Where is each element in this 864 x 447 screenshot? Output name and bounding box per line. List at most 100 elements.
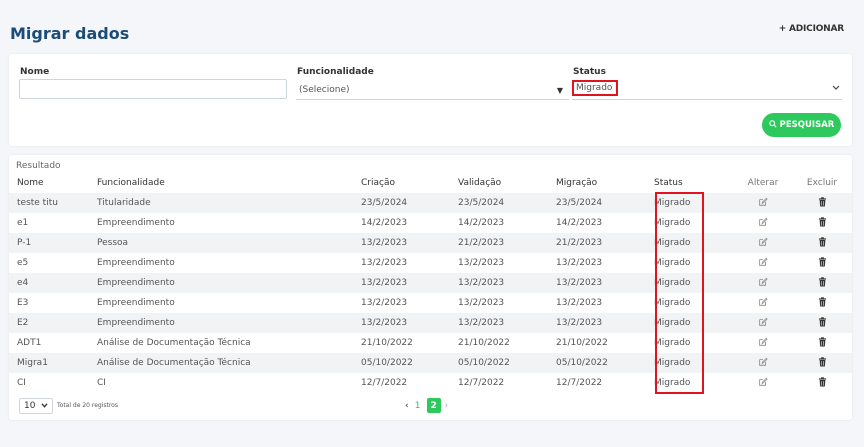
header-validacao[interactable]: Validação (458, 173, 556, 193)
cell-validacao: 05/10/2022 (458, 353, 556, 373)
delete-button[interactable] (792, 233, 852, 253)
cell-nome: E3 (17, 298, 29, 308)
cell-nome: Migra1 (9, 353, 97, 373)
cell-status: Migrado (654, 218, 691, 228)
edit-button[interactable] (734, 193, 792, 213)
prev-page-button[interactable]: ‹ (405, 401, 409, 411)
cell-validacao: 13/2/2023 (458, 313, 556, 333)
cell-status: Migrado (654, 378, 691, 388)
edit-icon[interactable] (758, 237, 768, 250)
search-button[interactable]: PESQUISAR (762, 113, 841, 137)
trash-icon[interactable] (818, 376, 827, 390)
cell-validacao: 13/2/2023 (458, 298, 505, 308)
cell-validacao: 21/10/2022 (458, 338, 510, 348)
nome-input[interactable] (19, 79, 287, 99)
delete-button[interactable] (792, 273, 852, 293)
cell-criacao: 23/5/2024 (361, 193, 458, 213)
trash-icon[interactable] (818, 296, 827, 310)
cell-status: Migrado (654, 313, 734, 333)
cell-criacao: 13/2/2023 (361, 258, 408, 268)
cell-validacao: 12/7/2022 (458, 378, 505, 388)
cell-criacao: 13/2/2023 (361, 313, 458, 333)
edit-button[interactable] (734, 353, 792, 373)
edit-icon[interactable] (758, 197, 768, 210)
status-value: Migrado (572, 80, 618, 96)
delete-button[interactable] (792, 213, 852, 233)
edit-button[interactable] (734, 213, 792, 233)
cell-funcionalidade: Análise de Documentação Técnica (97, 338, 251, 348)
cell-status: Migrado (654, 298, 691, 308)
page-title: Migrar dados (10, 24, 130, 43)
header-criacao[interactable]: Criação (361, 173, 458, 193)
delete-button[interactable] (792, 333, 852, 353)
edit-button[interactable] (734, 333, 792, 353)
filter-panel: Nome Funcionalidade (Selecione) ▼ Status… (9, 54, 852, 146)
page-1-button[interactable]: 1 (413, 401, 423, 411)
edit-button[interactable] (734, 233, 792, 253)
header-migracao[interactable]: Migração (556, 173, 654, 193)
trash-icon[interactable] (818, 336, 827, 350)
trash-icon[interactable] (818, 316, 827, 330)
trash-icon[interactable] (818, 216, 827, 230)
pagination: ‹ 1 2 › (405, 398, 448, 413)
cell-status: Migrado (654, 353, 734, 373)
cell-validacao: 13/2/2023 (458, 258, 505, 268)
cell-funcionalidade: Análise de Documentação Técnica (97, 353, 361, 373)
next-page-button[interactable]: › (445, 401, 449, 411)
delete-button[interactable] (792, 313, 852, 333)
trash-icon[interactable] (818, 196, 827, 210)
edit-icon[interactable] (758, 357, 768, 370)
table-row: E3 Empreendimento 13/2/2023 13/2/2023 13/2/2… (9, 293, 852, 313)
cell-migracao: 21/2/2023 (556, 233, 654, 253)
table-row: teste titu Titularidade 23/5/2024 23/5/2024… (9, 193, 852, 213)
delete-button[interactable] (792, 193, 852, 213)
edit-button[interactable] (734, 313, 792, 333)
edit-icon[interactable] (758, 377, 768, 390)
edit-icon[interactable] (758, 257, 768, 270)
cell-funcionalidade: Empreendimento (97, 313, 361, 333)
chevron-down-icon: ▼ (556, 86, 563, 95)
cell-validacao: 14/2/2023 (458, 218, 505, 228)
cell-status: Migrado (654, 233, 734, 253)
delete-button[interactable] (792, 253, 852, 273)
page-2-button[interactable]: 2 (426, 398, 441, 413)
funcionalidade-select[interactable]: (Selecione) ▼ (296, 81, 569, 101)
chevron-down-icon (832, 84, 840, 93)
edit-button[interactable] (734, 253, 792, 273)
chevron-down-icon (41, 401, 48, 411)
edit-icon[interactable] (758, 317, 768, 330)
page-size-select[interactable]: 10 (19, 398, 53, 414)
edit-button[interactable] (734, 373, 792, 393)
header-excluir: Excluir (806, 178, 838, 188)
cell-nome: e5 (17, 258, 29, 268)
trash-icon[interactable] (818, 356, 827, 370)
trash-icon[interactable] (818, 236, 827, 250)
result-label: Resultado (16, 161, 61, 171)
cell-criacao: 13/2/2023 (361, 273, 458, 293)
edit-icon[interactable] (758, 297, 768, 310)
delete-button[interactable] (792, 373, 852, 393)
delete-button[interactable] (792, 293, 852, 313)
search-button-label: PESQUISAR (779, 120, 835, 130)
cell-migracao: 12/7/2022 (556, 378, 603, 388)
table-row: ADT1 Análise de Documentação Técnica 21/10… (9, 333, 852, 353)
edit-icon[interactable] (758, 217, 768, 230)
edit-icon[interactable] (758, 277, 768, 290)
cell-migracao: 23/5/2024 (556, 193, 654, 213)
cell-migracao: 14/2/2023 (556, 218, 603, 228)
results-table: Nome Funcionalidade Criação Validação Mi… (9, 173, 852, 393)
cell-criacao: 13/2/2023 (361, 298, 408, 308)
trash-icon[interactable] (818, 256, 827, 270)
cell-validacao: 13/2/2023 (458, 273, 556, 293)
header-nome[interactable]: Nome (9, 173, 97, 193)
header-status[interactable]: Status (654, 173, 734, 193)
cell-funcionalidade: Empreendimento (97, 258, 175, 268)
edit-icon[interactable] (758, 337, 768, 350)
edit-button[interactable] (734, 273, 792, 293)
header-funcionalidade[interactable]: Funcionalidade (97, 173, 361, 193)
trash-icon[interactable] (818, 276, 827, 290)
edit-button[interactable] (734, 293, 792, 313)
cell-migracao: 13/2/2023 (556, 298, 603, 308)
delete-button[interactable] (792, 353, 852, 373)
add-button[interactable]: + ADICIONAR (779, 24, 844, 34)
